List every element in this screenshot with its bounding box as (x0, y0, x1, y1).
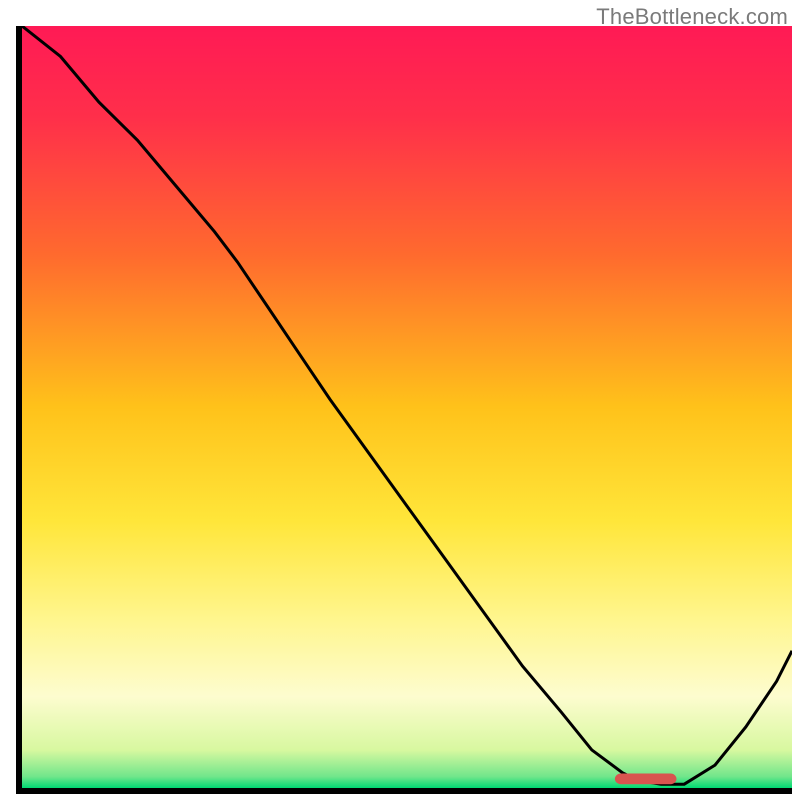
watermark-text: TheBottleneck.com (596, 4, 788, 30)
chart-svg (0, 0, 800, 800)
bottleneck-chart: TheBottleneck.com (0, 0, 800, 800)
optimal-marker (615, 774, 677, 785)
